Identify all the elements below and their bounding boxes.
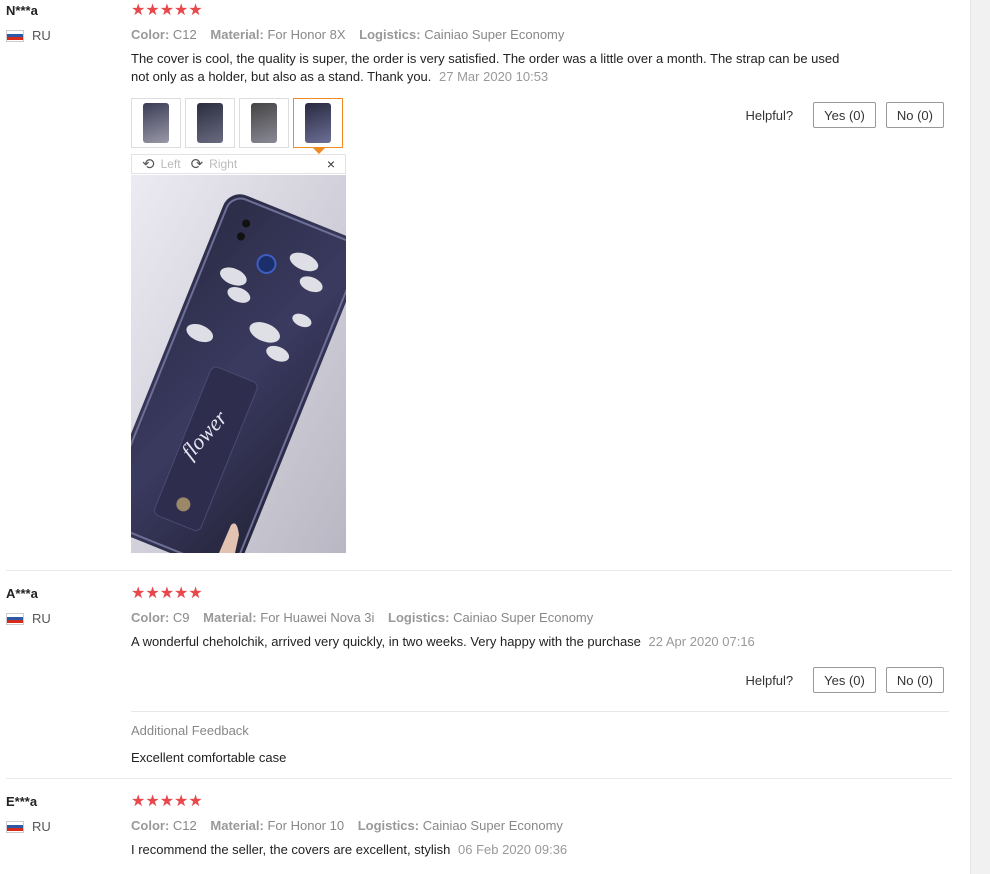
review-text: I recommend the seller, the covers are e… [131, 841, 843, 859]
logistics-label: Logistics: [388, 610, 450, 625]
additional-feedback: Additional Feedback Excellent comfortabl… [131, 723, 286, 765]
reviewer-info: N***a RU [6, 2, 51, 43]
page-scrollbar[interactable] [970, 0, 990, 874]
country-code: RU [32, 819, 51, 834]
helpful-vote: Helpful? Yes (0) No (0) [745, 667, 944, 693]
country-code: RU [32, 28, 51, 43]
color-label: Color: [131, 27, 170, 42]
star-rating: ★★★★★ [131, 585, 203, 602]
close-viewer-button[interactable]: × [327, 155, 335, 173]
color-value: C12 [172, 27, 197, 42]
logistics-value: Cainiao Super Economy [422, 818, 563, 833]
logistics-value: Cainiao Super Economy [424, 27, 565, 42]
helpful-yes-button[interactable]: Yes (0) [813, 102, 876, 128]
photo-thumbnails [131, 98, 343, 154]
additional-feedback-title: Additional Feedback [131, 723, 249, 738]
review-item: E***a RU ★★★★★ Color: C12 Material: For … [0, 793, 952, 873]
material-label: Material: [210, 818, 264, 833]
color-value: C9 [172, 610, 190, 625]
rotate-right-icon: ⟳ [190, 156, 204, 173]
review-content: ★★★★★ Color: C9 Material: For Huawei Nov… [131, 585, 946, 651]
reviewer-info: A***a RU [6, 585, 51, 626]
russia-flag-icon [6, 29, 24, 42]
review-content: ★★★★★ Color: C12 Material: For Honor 8X … [131, 2, 946, 553]
helpful-vote: Helpful? Yes (0) No (0) [745, 102, 944, 128]
material-label: Material: [203, 610, 257, 625]
rotate-right-button[interactable]: ⟳ Right [191, 155, 238, 173]
rotate-left-label: Left [160, 157, 181, 171]
rotate-left-icon: ⟲ [142, 156, 155, 173]
order-info: Color: C9 Material: For Huawei Nova 3i L… [131, 609, 946, 627]
review-text: The cover is cool, the quality is super,… [131, 50, 843, 86]
order-info: Color: C12 Material: For Honor 10 Logist… [131, 817, 946, 835]
photo-viewer-toolbar: ⟲ Left ⟳ Right × [131, 154, 346, 174]
material-value: For Honor 10 [267, 818, 345, 833]
helpful-yes-button[interactable]: Yes (0) [813, 667, 876, 693]
helpful-label: Helpful? [745, 672, 794, 688]
star-rating: ★★★★★ [131, 2, 203, 19]
photo-thumbnail-active[interactable] [293, 98, 343, 154]
review-divider [6, 570, 952, 571]
logistics-value: Cainiao Super Economy [453, 610, 594, 625]
review-item: A***a RU ★★★★★ Color: C9 Material: For H… [0, 585, 952, 775]
material-value: For Huawei Nova 3i [260, 610, 375, 625]
helpful-label: Helpful? [745, 107, 794, 123]
review-body: I recommend the seller, the covers are e… [131, 842, 451, 857]
review-item: N***a RU ★★★★★ Color: C12 Material: For … [0, 2, 952, 562]
photo-thumbnail[interactable] [131, 98, 181, 148]
review-body: A wonderful cheholchik, arrived very qui… [131, 634, 641, 649]
review-content: ★★★★★ Color: C12 Material: For Honor 10 … [131, 793, 946, 859]
review-photo-large[interactable]: flower [131, 175, 346, 553]
russia-flag-icon [6, 612, 24, 625]
review-date: 27 Mar 2020 10:53 [439, 69, 549, 84]
review-date: 06 Feb 2020 09:36 [458, 842, 568, 857]
photo-thumbnail[interactable] [185, 98, 235, 148]
reviewer-country: RU [6, 819, 51, 834]
material-value: For Honor 8X [267, 27, 346, 42]
color-label: Color: [131, 610, 170, 625]
reviewer-country: RU [6, 28, 51, 43]
reviewer-country: RU [6, 611, 51, 626]
logistics-label: Logistics: [359, 27, 421, 42]
additional-feedback-text: Excellent comfortable case [131, 750, 287, 765]
color-label: Color: [131, 818, 170, 833]
reviewer-info: E***a RU [6, 793, 51, 834]
review-divider [6, 778, 952, 779]
russia-flag-icon [6, 820, 24, 833]
review-date: 22 Apr 2020 07:16 [648, 634, 755, 649]
phone-case-photo: flower [131, 175, 346, 553]
color-value: C12 [172, 818, 197, 833]
order-info: Color: C12 Material: For Honor 8X Logist… [131, 26, 946, 44]
review-text: A wonderful cheholchik, arrived very qui… [131, 633, 843, 651]
helpful-no-button[interactable]: No (0) [885, 102, 944, 128]
rotate-left-button[interactable]: ⟲ Left [142, 155, 181, 173]
photo-thumbnail[interactable] [239, 98, 289, 148]
star-rating: ★★★★★ [131, 793, 203, 810]
country-code: RU [32, 611, 51, 626]
reviewer-name: E***a [6, 794, 38, 809]
material-label: Material: [210, 27, 264, 42]
rotate-right-label: Right [209, 157, 238, 171]
reviewer-name: N***a [6, 3, 38, 18]
logistics-label: Logistics: [357, 818, 420, 833]
helpful-no-button[interactable]: No (0) [885, 667, 944, 693]
additional-feedback-divider [131, 711, 949, 712]
reviewer-name: A***a [6, 586, 38, 601]
